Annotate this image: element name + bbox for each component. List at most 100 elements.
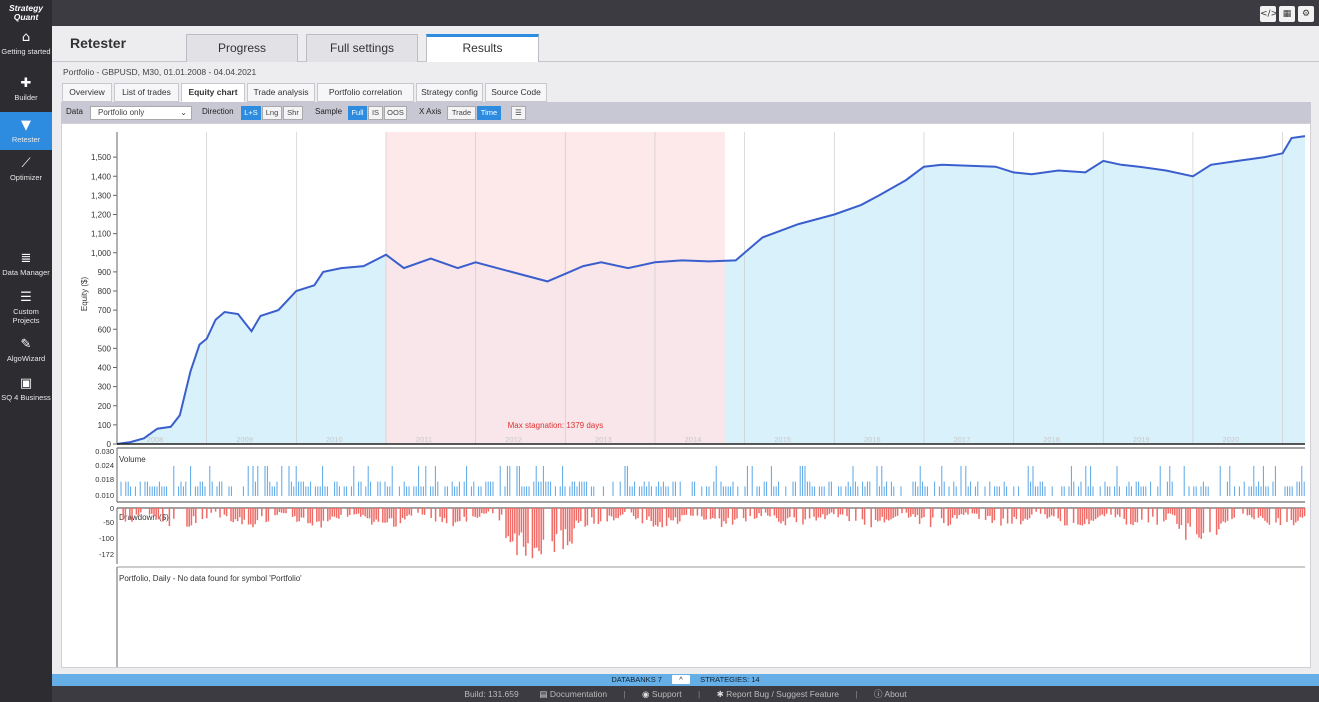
inner-year-label: 2009	[236, 435, 253, 444]
separator: |	[855, 689, 858, 699]
sidebar-item-label: Retester	[11, 135, 41, 144]
portfolio-info: Portfolio - GBPUSD, M30, 01.01.2008 - 04…	[63, 67, 257, 77]
subtab-list-of-trades[interactable]: List of trades	[114, 83, 179, 102]
data-select[interactable]: Portfolio only ⌄	[90, 106, 192, 120]
top-bar: </> ▦ ⚙	[52, 0, 1319, 26]
sidebar-item-label: Data Manager	[2, 268, 50, 277]
inner-year-label: 2015	[774, 435, 791, 444]
sidebar-item-algowizard[interactable]: ✎ AlgoWizard	[0, 338, 52, 368]
separator: |	[697, 689, 701, 699]
sidebar-item-optimizer[interactable]: ⟋ Optimizer	[0, 157, 52, 187]
tab-results[interactable]: Results	[426, 34, 539, 63]
support-link[interactable]: Support	[652, 689, 682, 699]
subtab-portfolio-correlation[interactable]: Portfolio correlation	[317, 83, 414, 102]
xaxis-time-button[interactable]: Time	[477, 106, 501, 120]
y-tick-label: 700	[98, 306, 112, 315]
volume-tick-label: 0.010	[95, 491, 114, 500]
build-version: Build: 131.659	[464, 689, 519, 699]
sidebar-item-label: AlgoWizard	[6, 354, 46, 363]
volume-label: Volume	[119, 455, 146, 464]
gear-icon[interactable]: ⚙	[1298, 6, 1314, 22]
data-select-value: Portfolio only	[98, 108, 145, 117]
sidebar-item-label: Optimizer	[9, 173, 43, 182]
subtab-overview[interactable]: Overview	[62, 83, 112, 102]
tab-full-settings[interactable]: Full settings	[306, 34, 418, 62]
sidebar-item-sq4business[interactable]: ▣ SQ 4 Business	[0, 377, 52, 407]
documentation-link[interactable]: Documentation	[550, 689, 607, 699]
databanks-bar: DATABANKS 7 ^ STRATEGIES: 14	[52, 674, 1319, 686]
page-header: Retester Progress Full settings Results	[52, 26, 1319, 63]
y-tick-label: 1,500	[91, 153, 112, 162]
inner-year-label: 2008	[147, 435, 164, 444]
sample-oos-button[interactable]: OOS	[384, 106, 407, 120]
database-icon: ≣	[20, 251, 32, 266]
sidebar-item-data-manager[interactable]: ≣ Data Manager	[0, 252, 52, 282]
equity-chart-panel: 2008 2009 2010 2011 2012 2013 2014 2015 2016 2017…	[61, 123, 1319, 702]
inner-year-label: 2013	[595, 435, 612, 444]
sidebar-item-getting-started[interactable]: ⌂ Getting started	[0, 31, 52, 69]
subtab-source-code[interactable]: Source Code	[485, 83, 547, 102]
volume-tick-label: 0.030	[95, 447, 114, 456]
no-data-message: Portfolio, Daily - No data found for sym…	[119, 574, 302, 583]
direction-long-button[interactable]: Lng	[262, 106, 282, 120]
inner-year-label: 2012	[505, 435, 522, 444]
bug-icon: ✱	[716, 689, 724, 699]
sidebar-item-label: Custom Projects	[12, 307, 40, 325]
info-icon: ⓘ	[873, 689, 883, 699]
databanks-count: DATABANKS 7	[611, 675, 662, 684]
sidebar-item-retester[interactable]: ▼ Retester	[0, 112, 52, 150]
subtab-strategy-config[interactable]: Strategy config	[416, 83, 483, 102]
data-label: Data	[66, 107, 83, 116]
drawdown-tick-label: -100	[99, 534, 114, 543]
inner-year-label: 2020	[1223, 435, 1240, 444]
grid-icon[interactable]: ▦	[1279, 6, 1295, 22]
sidebar-item-builder[interactable]: ✚ Builder	[0, 77, 52, 107]
sample-is-button[interactable]: IS	[368, 106, 383, 120]
sample-full-button[interactable]: Full	[348, 106, 367, 120]
drawdown-tick-label: -50	[103, 518, 114, 527]
about-link[interactable]: About	[884, 689, 906, 699]
sidebar-item-label: SQ 4 Business	[1, 393, 51, 402]
stagnation-region	[385, 132, 725, 444]
sidebar-item-label: Builder	[14, 93, 38, 102]
app-logo: Strategy Quant	[0, 0, 52, 26]
subtab-trade-analysis[interactable]: Trade analysis	[247, 83, 315, 102]
equity-chart: 2008 2009 2010 2011 2012 2013 2014 2015 2016 2017…	[80, 132, 1319, 702]
direction-ls-button[interactable]: L+S	[241, 106, 261, 120]
direction-label: Direction	[202, 107, 234, 116]
y-tick-label: 1,100	[91, 230, 112, 239]
drawdown-tick-label: 0	[110, 504, 114, 513]
databanks-toggle-button[interactable]: ^	[672, 675, 691, 684]
y-tick-label: 1,200	[91, 211, 112, 220]
y-tick-label: 400	[98, 364, 112, 373]
home-icon: ⌂	[21, 30, 31, 45]
y-tick-label: 600	[98, 325, 112, 334]
direction-short-button[interactable]: Shr	[283, 106, 303, 120]
y-tick-label: 300	[98, 383, 112, 392]
projects-icon: ☰	[20, 290, 32, 305]
inner-year-label: 2017	[954, 435, 971, 444]
sidebar-item-custom-projects[interactable]: ☰ Custom Projects	[0, 291, 52, 329]
xaxis-trade-button[interactable]: Trade	[447, 106, 476, 120]
menu-icon[interactable]: ☰	[511, 106, 526, 120]
filter-icon: ▼	[21, 118, 31, 133]
y-tick-label: 500	[98, 344, 112, 353]
inner-year-label: 2018	[1043, 435, 1060, 444]
y-tick-label: 900	[98, 268, 112, 277]
page-title: Retester	[70, 35, 127, 51]
y-tick-label: 800	[98, 287, 112, 296]
chevron-down-icon: ⌄	[180, 108, 187, 117]
support-icon: ◉	[642, 689, 650, 699]
volume-tick-label: 0.018	[95, 475, 114, 484]
inner-year-label: 2019	[1133, 435, 1150, 444]
subtab-equity-chart[interactable]: Equity chart	[181, 83, 245, 102]
sidebar-item-label: Getting started	[1, 47, 51, 56]
drawdown-tick-label: -172	[99, 550, 114, 559]
chart-toolbar: Data Portfolio only ⌄ Direction L+S Lng S…	[61, 102, 1311, 123]
y-tick-label: 100	[98, 421, 112, 430]
report-bug-link[interactable]: Report Bug / Suggest Feature	[726, 689, 839, 699]
code-icon[interactable]: </>	[1260, 6, 1278, 22]
y-tick-label: 1,300	[91, 191, 112, 200]
inner-year-label: 2016	[864, 435, 881, 444]
tab-progress[interactable]: Progress	[186, 34, 298, 62]
